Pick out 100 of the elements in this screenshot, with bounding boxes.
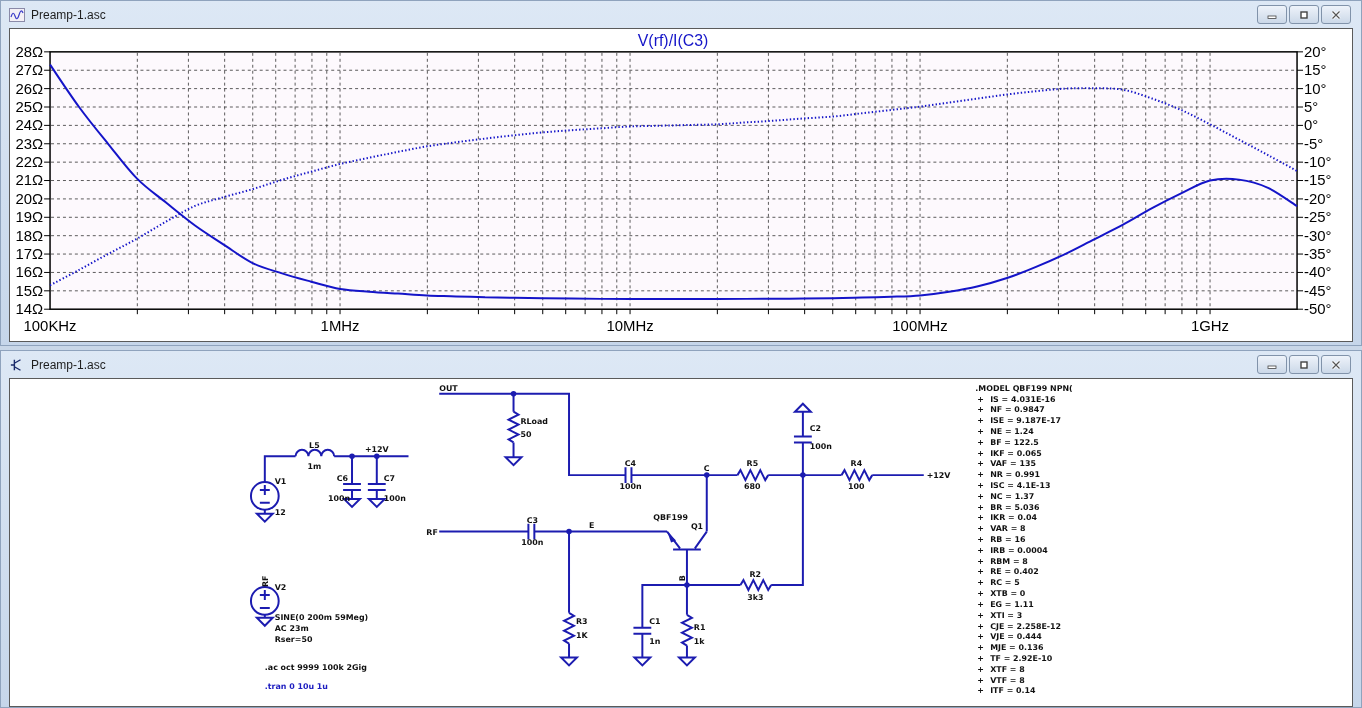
y-axis-label: 18Ω	[15, 227, 44, 244]
source-setting: Rser=50	[274, 634, 313, 644]
component-name: R5	[746, 459, 759, 469]
continuation-mark: +	[977, 653, 984, 663]
y-axis-label: -50°	[1304, 301, 1332, 318]
model-line: RC = 5	[990, 578, 1020, 588]
component-value: 680	[744, 482, 761, 491]
continuation-mark: +	[977, 416, 984, 426]
model-line: NC = 1.37	[990, 491, 1035, 501]
spice-directive: .ac oct 9999 100k 2Gig	[264, 663, 367, 673]
x-axis-label: 1MHz	[320, 318, 360, 335]
y-axis-label: 0°	[1304, 117, 1319, 134]
component-name: C6	[336, 474, 349, 484]
maximize-button[interactable]	[1289, 5, 1319, 24]
model-line: XTB = 0	[990, 589, 1026, 599]
continuation-mark: +	[977, 610, 984, 620]
maximize-button[interactable]	[1289, 355, 1319, 374]
component-value: 12	[274, 507, 286, 517]
net-label: OUT	[439, 383, 458, 393]
component-name: R2	[749, 570, 762, 580]
close-icon	[1330, 9, 1342, 20]
model-line: IKR = 0.04	[990, 513, 1037, 523]
window-title: Preamp-1.asc	[31, 357, 106, 372]
restore-icon	[1298, 9, 1310, 20]
continuation-mark: +	[977, 599, 984, 609]
continuation-mark: +	[977, 459, 984, 469]
waveform-icon	[9, 7, 25, 22]
continuation-mark: +	[977, 448, 984, 458]
model-line: .MODEL QBF199 NPN(	[975, 383, 1073, 393]
component-value: 100n	[619, 482, 642, 491]
y-axis-label: 21Ω	[15, 172, 44, 189]
model-line: IRB = 0.0004	[990, 545, 1048, 555]
component-value: 100n	[327, 493, 351, 503]
model-line: ISE = 9.187E-17	[990, 416, 1061, 426]
model-line: RB = 16	[990, 535, 1026, 545]
x-axis-label: 1GHz	[1191, 318, 1230, 335]
close-button[interactable]	[1321, 5, 1351, 24]
y-axis-label: -40°	[1304, 264, 1332, 281]
model-line: TF = 2.92E-10	[990, 653, 1053, 663]
model-line: CJE = 2.258E-12	[990, 621, 1062, 631]
component-name: R1	[693, 622, 706, 632]
y-axis-label: 16Ω	[15, 264, 44, 281]
continuation-mark: +	[977, 686, 984, 696]
y-axis-label: 14Ω	[15, 301, 44, 318]
model-line: VJE = 0.444	[990, 632, 1042, 642]
component-value: 100n	[383, 493, 406, 503]
continuation-mark: +	[977, 427, 984, 437]
component-value: 1n	[649, 636, 661, 646]
y-axis-label: 28Ω	[15, 43, 44, 60]
component-name: C7	[383, 474, 396, 484]
continuation-mark: +	[977, 556, 984, 566]
continuation-mark: +	[977, 621, 984, 631]
y-axis-label: 22Ω	[15, 154, 44, 171]
model-line: RBM = 8	[990, 556, 1028, 566]
continuation-mark: +	[977, 524, 984, 534]
y-axis-label: 25Ω	[15, 98, 44, 115]
source-setting: AC 23m	[274, 623, 309, 633]
close-icon	[1330, 359, 1342, 370]
continuation-mark: +	[977, 513, 984, 523]
net-label: +12V	[364, 445, 389, 455]
y-axis-label: -35°	[1304, 246, 1332, 263]
model-line: NE = 1.24	[990, 427, 1034, 437]
y-axis-label: -20°	[1304, 190, 1332, 207]
continuation-mark: +	[977, 502, 984, 512]
component-value: 50	[520, 430, 532, 440]
y-axis-label: 24Ω	[15, 117, 44, 134]
component-name: R4	[850, 459, 863, 469]
net-label: C	[703, 464, 710, 474]
component-name: C1	[649, 616, 661, 626]
y-axis-label: 26Ω	[15, 80, 44, 97]
model-line: ISC = 4.1E-13	[990, 481, 1051, 491]
y-axis-label: -10°	[1304, 154, 1332, 171]
x-axis-label: 100KHz	[23, 318, 77, 335]
model-line: XTI = 3	[990, 610, 1023, 620]
continuation-mark: +	[977, 664, 984, 674]
component-name: C4	[624, 459, 637, 469]
continuation-mark: +	[977, 470, 984, 480]
y-axis-label: -45°	[1304, 282, 1332, 299]
minimize-button[interactable]	[1257, 355, 1287, 374]
model-line: VAR = 8	[990, 524, 1026, 534]
continuation-mark: +	[977, 589, 984, 599]
component-name: L5	[309, 441, 320, 451]
continuation-mark: +	[977, 675, 984, 685]
spice-directive: .tran 0 10u 1u	[264, 682, 328, 692]
y-axis-label: -25°	[1304, 209, 1332, 226]
y-axis-label: 19Ω	[15, 209, 44, 226]
net-label: +12V	[926, 471, 951, 481]
y-axis-label: 15Ω	[15, 282, 44, 299]
y-axis-label: 20°	[1304, 43, 1327, 60]
net-label: RF	[426, 527, 438, 537]
y-axis-label: -5°	[1304, 135, 1324, 152]
minimize-button[interactable]	[1257, 5, 1287, 24]
y-axis-label: -15°	[1304, 172, 1332, 189]
continuation-mark: +	[977, 643, 984, 653]
y-axis-label: 5°	[1304, 98, 1319, 115]
component-name: R3	[575, 616, 588, 626]
component-value: 100	[848, 482, 865, 491]
component-name: Q1	[690, 521, 704, 531]
close-button[interactable]	[1321, 355, 1351, 374]
model-line: BF = 122.5	[990, 437, 1039, 447]
